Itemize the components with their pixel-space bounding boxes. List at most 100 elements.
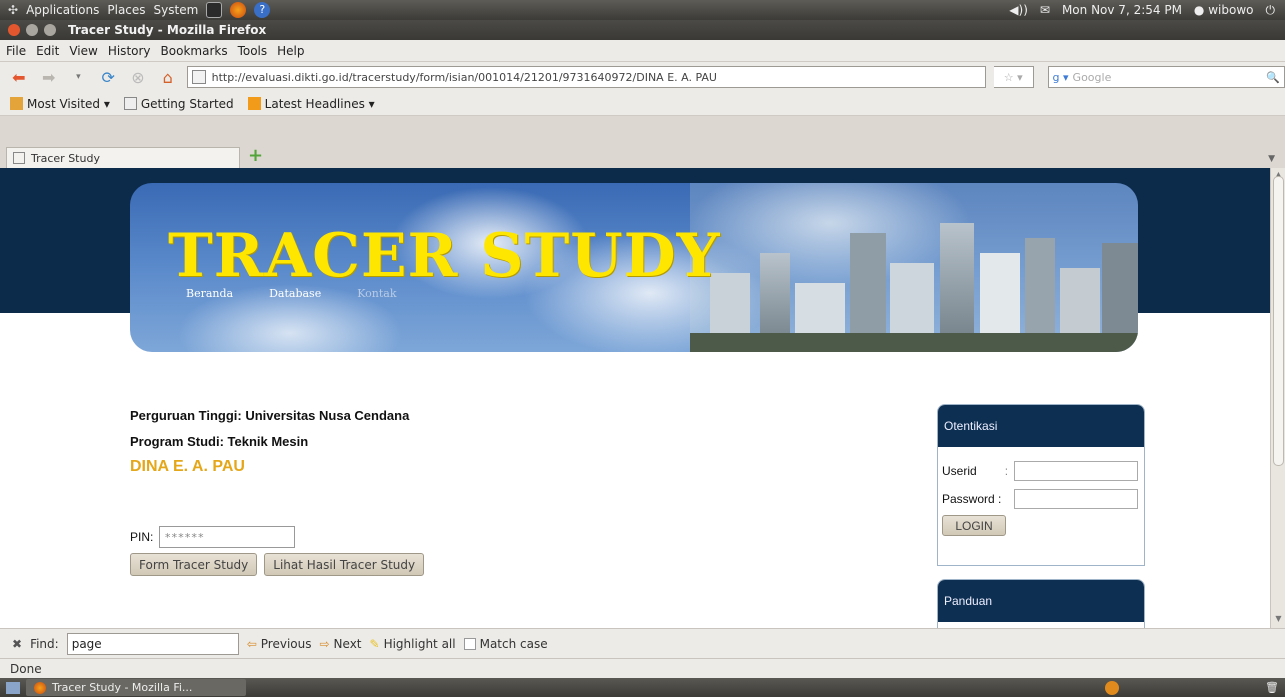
close-window-button[interactable]	[8, 24, 20, 36]
menu-history[interactable]: History	[108, 44, 151, 58]
gnome-top-panel: ✣ Applications Places System ? ◀)) ✉ Mon…	[0, 0, 1285, 20]
window-titlebar: Tracer Study - Mozilla Firefox	[0, 20, 1285, 40]
city-skyline-image	[690, 183, 1138, 352]
password-label: Password :	[942, 492, 1002, 506]
forward-button[interactable]: ➡	[38, 66, 60, 88]
banner-title: TRACER STUDY	[168, 221, 721, 291]
next-arrow-icon: ⇨	[319, 636, 330, 651]
places-menu[interactable]: Places	[107, 3, 145, 17]
bookmark-getting-started[interactable]: Getting Started	[123, 97, 234, 111]
system-menu[interactable]: System	[154, 3, 199, 17]
tab-list-dropdown-icon[interactable]: ▼	[1268, 154, 1275, 164]
page-icon	[123, 97, 137, 110]
auth-panel: Otentikasi Userid: Password : LOGIN	[937, 404, 1145, 566]
menu-tools[interactable]: Tools	[238, 44, 268, 58]
url-bar[interactable]: http://evaluasi.dikti.go.id/tracerstudy/…	[186, 66, 986, 88]
tab-tracer-study[interactable]: Tracer Study	[6, 147, 240, 168]
reload-button[interactable]: ⟳	[97, 66, 119, 88]
lihat-hasil-button[interactable]: Lihat Hasil Tracer Study	[264, 553, 425, 576]
search-engine-icon[interactable]: g ▾	[1053, 71, 1069, 84]
highlight-icon: ✎	[369, 636, 380, 651]
minimize-window-button[interactable]	[26, 24, 38, 36]
perguruan-tinggi-text: Perguruan Tinggi: Universitas Nusa Cenda…	[130, 408, 410, 423]
user-menu[interactable]: ● wibowo	[1194, 3, 1254, 17]
menu-edit[interactable]: Edit	[36, 44, 59, 58]
auth-panel-title: Otentikasi	[938, 405, 1144, 447]
trash-icon[interactable]: 🗑	[1265, 681, 1279, 694]
userid-label: Userid:	[942, 464, 1009, 478]
form-buttons: Form Tracer Study Lihat Hasil Tracer Stu…	[130, 553, 425, 576]
help-launcher-icon[interactable]: ?	[254, 2, 271, 18]
find-label: Find:	[30, 636, 59, 651]
menu-help[interactable]: Help	[277, 44, 304, 58]
menu-view[interactable]: View	[69, 44, 97, 58]
stop-button[interactable]: ⊗	[127, 66, 149, 88]
volume-icon[interactable]: ◀))	[1009, 3, 1028, 17]
search-bar[interactable]: g ▾ Google 🔍	[1047, 66, 1285, 88]
form-tracer-study-button[interactable]: Form Tracer Study	[130, 553, 258, 576]
previous-arrow-icon: ⇦	[246, 636, 257, 651]
pin-label: PIN:	[130, 530, 154, 544]
search-icon[interactable]: 🔍	[1266, 71, 1284, 84]
tab-title: Tracer Study	[31, 151, 100, 165]
vertical-scrollbar[interactable]: ▲ ▼	[1270, 168, 1285, 628]
power-icon[interactable]: ⏻	[1266, 3, 1276, 18]
program-studi-text: Program Studi: Teknik Mesin	[130, 434, 309, 449]
back-button[interactable]: ⬅	[8, 66, 30, 88]
page-viewport: TRACER STUDY Beranda Database Kontak Per…	[0, 168, 1270, 628]
student-info: Perguruan Tinggi: Universitas Nusa Cenda…	[130, 408, 409, 476]
nav-beranda-link[interactable]: Beranda	[186, 287, 233, 300]
scrollbar-thumb[interactable]	[1273, 176, 1284, 466]
guide-panel: Panduan	[937, 579, 1145, 628]
menu-bookmarks[interactable]: Bookmarks	[161, 44, 228, 58]
find-bar: ✖ Find: page ⇦ Previous ⇨ Next ✎ Highlight …	[0, 628, 1285, 658]
find-input[interactable]: page	[66, 632, 239, 655]
new-tab-button[interactable]: +	[248, 147, 264, 165]
pin-row: PIN:	[130, 526, 296, 548]
status-text: Done	[10, 661, 42, 676]
login-button[interactable]: LOGIN	[942, 515, 1006, 536]
find-previous-button[interactable]: ⇦ Previous	[247, 637, 312, 651]
most-visited-icon	[10, 97, 23, 110]
firefox-icon	[34, 681, 46, 694]
bookmarks-toolbar: Most Visited ▾ Getting Started Latest He…	[0, 92, 1285, 116]
workspace-switcher-icon[interactable]	[1105, 680, 1120, 695]
bookmark-latest-headlines[interactable]: Latest Headlines ▾	[247, 97, 375, 111]
navigation-toolbar: ⬅ ➡ ▾ ⟳ ⊗ ⌂ http://evaluasi.dikti.go.id/…	[0, 62, 1285, 92]
menu-file[interactable]: File	[6, 44, 26, 58]
taskbar-firefox-item[interactable]: Tracer Study - Mozilla Fi...	[26, 679, 246, 696]
terminal-launcher-icon[interactable]	[206, 2, 223, 18]
close-find-bar-icon[interactable]: ✖	[12, 637, 22, 651]
window-title: Tracer Study - Mozilla Firefox	[68, 23, 267, 37]
page-favicon-icon	[191, 70, 206, 84]
bookmark-most-visited[interactable]: Most Visited ▾	[10, 97, 110, 111]
guide-panel-title: Panduan	[938, 580, 1144, 622]
header-banner: TRACER STUDY Beranda Database Kontak	[130, 183, 1138, 352]
search-placeholder: Google	[1072, 70, 1112, 84]
firefox-launcher-icon[interactable]	[230, 2, 247, 18]
student-name: DINA E. A. PAU	[130, 458, 245, 475]
highlight-all-button[interactable]: ✎ Highlight all	[370, 637, 456, 651]
applications-menu[interactable]: Applications	[26, 3, 99, 17]
password-input[interactable]	[1014, 489, 1138, 509]
nav-kontak-link[interactable]: Kontak	[357, 287, 396, 300]
find-next-button[interactable]: ⇨ Next	[319, 637, 361, 651]
home-button[interactable]: ⌂	[157, 66, 179, 88]
mail-icon[interactable]: ✉	[1040, 3, 1050, 17]
maximize-window-button[interactable]	[44, 24, 56, 36]
gnome-foot-icon: ✣	[8, 3, 19, 17]
nav-database-link[interactable]: Database	[269, 287, 321, 300]
tab-favicon-icon	[13, 152, 25, 164]
scroll-down-icon[interactable]: ▼	[1273, 614, 1284, 626]
show-desktop-icon[interactable]	[6, 681, 20, 694]
bottom-taskbar: Tracer Study - Mozilla Fi... 🗑	[0, 678, 1285, 697]
pin-input[interactable]	[159, 526, 296, 548]
userid-input[interactable]	[1014, 461, 1138, 481]
match-case-checkbox[interactable]: Match case	[463, 637, 548, 651]
history-dropdown-icon[interactable]: ▾	[68, 66, 90, 88]
bookmark-star-icon[interactable]: ☆ ▾	[993, 66, 1034, 88]
clock[interactable]: Mon Nov 7, 2:54 PM	[1062, 3, 1182, 17]
user-icon: ●	[1193, 3, 1205, 17]
checkbox-icon	[463, 637, 476, 650]
status-bar: Done	[0, 658, 1285, 678]
